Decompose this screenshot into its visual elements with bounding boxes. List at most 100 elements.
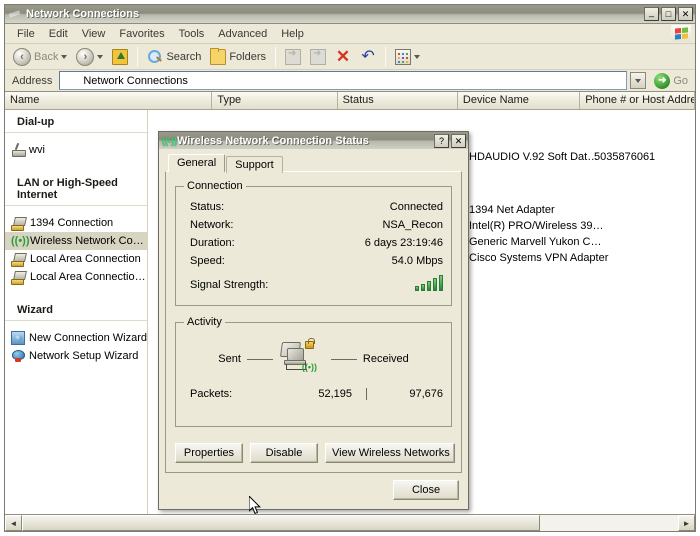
list-item-1394-connection[interactable]: 1394 Connection [5, 214, 147, 232]
list-item-new-connection-wizard[interactable]: New Connection Wizard [5, 329, 147, 347]
menu-item-tools[interactable]: Tools [172, 26, 212, 42]
search-button-label: Search [166, 50, 202, 63]
menu-item-favorites[interactable]: Favorites [112, 26, 171, 42]
forward-button[interactable]: › [72, 46, 107, 68]
dialog-titlebar[interactable]: ((•)) Wireless Network Connection Status… [159, 132, 468, 149]
search-button[interactable]: Search [143, 47, 205, 67]
address-input[interactable]: Network Connections [59, 71, 628, 90]
close-dialog-button[interactable]: Close [393, 480, 459, 500]
dialog-help-button[interactable]: ? [434, 133, 449, 148]
list-item-network-setup-wizard[interactable]: Network Setup Wizard [5, 347, 147, 365]
connections-left-column: Dial-up wvi LAN or High-Speed Internet 1… [5, 110, 148, 514]
minimize-button[interactable]: _ [644, 7, 659, 21]
scroll-left-button[interactable]: ◄ [5, 515, 22, 531]
row-network: Network: NSA_Recon [184, 216, 443, 234]
views-dropdown-icon[interactable] [414, 54, 421, 59]
forward-dropdown-icon[interactable] [97, 54, 104, 59]
list-item-wvi[interactable]: wvi [5, 141, 147, 159]
go-button[interactable]: ➜ Go [650, 72, 692, 89]
back-button[interactable]: ‹ Back [9, 46, 71, 68]
cell-phone: 5035876061 [594, 151, 656, 163]
list-item-label: Local Area Connection [30, 253, 141, 265]
tab-support[interactable]: Support [226, 156, 283, 173]
back-arrow-icon: ‹ [13, 47, 31, 66]
secure-wireless-computer-icon: ((•)) [279, 338, 325, 378]
folders-button[interactable]: Folders [206, 47, 270, 67]
lan-icon [11, 252, 26, 267]
undo-icon: ↶ [361, 47, 375, 65]
properties-button[interactable]: Properties [175, 443, 243, 463]
column-header-device-name[interactable]: Device Name [457, 92, 581, 109]
row-signal-strength: Signal Strength: [184, 270, 443, 297]
delete-button[interactable]: ✕ [331, 47, 355, 67]
folder-icon [210, 47, 227, 65]
column-header-phone[interactable]: Phone # or Host Addre [580, 92, 695, 109]
dialog-body: General Support Connection Status: Conne… [159, 149, 468, 473]
go-button-label: Go [673, 74, 688, 87]
menubar: File Edit View Favorites Tools Advanced … [5, 24, 695, 44]
up-button[interactable] [108, 47, 132, 67]
column-header-type[interactable]: Type [212, 92, 338, 109]
list-item-local-area-connection[interactable]: Local Area Connection [5, 250, 147, 268]
group-header-lan: LAN or High-Speed Internet [5, 171, 147, 206]
menu-item-file[interactable]: File [10, 26, 42, 42]
menu-item-edit[interactable]: Edit [42, 26, 75, 42]
scrollbar-track[interactable] [22, 515, 678, 531]
address-label: Address [12, 74, 53, 87]
activity-group: Activity Sent ((•)) Received Packets: 52… [175, 316, 452, 427]
back-dropdown-icon[interactable] [61, 54, 68, 59]
list-item-wireless-network-connection[interactable]: ((•)) Wireless Network Connection [5, 232, 147, 250]
row-duration: Duration: 6 days 23:19:46 [184, 234, 443, 252]
delete-x-icon: ✕ [335, 46, 351, 66]
disable-button[interactable]: Disable [250, 443, 318, 463]
packets-received-value: 97,676 [409, 388, 443, 400]
view-wireless-networks-button[interactable]: View Wireless Networks [325, 443, 455, 463]
go-arrow-icon: ➜ [654, 72, 671, 89]
window-title: Network Connections [26, 8, 140, 20]
horizontal-scrollbar[interactable]: ◄ ► [5, 514, 695, 531]
signal-bars-icon [415, 275, 443, 291]
move-to-folder-icon [285, 48, 302, 65]
row-status-value: Connected [389, 201, 443, 213]
column-header-status[interactable]: Status [337, 92, 458, 109]
network-globe-icon [8, 7, 22, 21]
cell-device-name: 1394 Net Adapter [469, 204, 555, 216]
list-item-label: Wireless Network Connection [30, 235, 147, 247]
menu-item-view[interactable]: View [75, 26, 113, 42]
views-button[interactable] [391, 47, 424, 67]
close-button[interactable]: ✕ [678, 7, 693, 21]
dialog-tabs: General Support [165, 153, 462, 173]
row-network-label: Network: [190, 219, 234, 231]
address-dropdown-button[interactable] [630, 72, 647, 89]
window-buttons: _ □ ✕ [644, 7, 693, 21]
undo-button[interactable]: ↶ [356, 47, 380, 67]
maximize-button[interactable]: □ [661, 7, 676, 21]
column-header-name[interactable]: Name [5, 92, 213, 109]
received-label: Received [362, 353, 409, 365]
copy-to-button[interactable] [306, 47, 330, 67]
tab-general[interactable]: General [168, 154, 226, 172]
dialog-title: Wireless Network Connection Status [177, 134, 369, 147]
list-item-label: wvi [29, 144, 45, 156]
scroll-right-button[interactable]: ► [678, 515, 695, 531]
move-to-button[interactable] [281, 47, 305, 67]
menu-item-help[interactable]: Help [274, 26, 311, 42]
scrollbar-thumb[interactable] [22, 515, 541, 531]
wireless-icon: ((•)) [11, 235, 30, 247]
windows-flag-icon [671, 25, 691, 42]
window-titlebar[interactable]: Network Connections _ □ ✕ [5, 5, 695, 24]
row-speed-value: 54.0 Mbps [391, 255, 443, 267]
column-headers: Name Type Status Device Name Phone # or … [5, 92, 695, 110]
tab-panel-general: Connection Status: Connected Network: NS… [165, 171, 462, 473]
forward-arrow-icon: › [76, 47, 95, 66]
up-folder-icon [112, 48, 129, 65]
toolbar-separator [137, 46, 139, 67]
lan-icon [11, 216, 26, 231]
toolbar-separator [385, 46, 387, 67]
back-button-label: Back [34, 50, 59, 63]
dialog-close-button[interactable]: ✕ [451, 133, 466, 148]
list-item-local-area-connection-4[interactable]: Local Area Connection 4 [5, 268, 147, 286]
signal-strength-meter [268, 275, 443, 294]
menu-item-advanced[interactable]: Advanced [211, 26, 274, 42]
list-item-label: Network Setup Wizard [29, 350, 139, 362]
